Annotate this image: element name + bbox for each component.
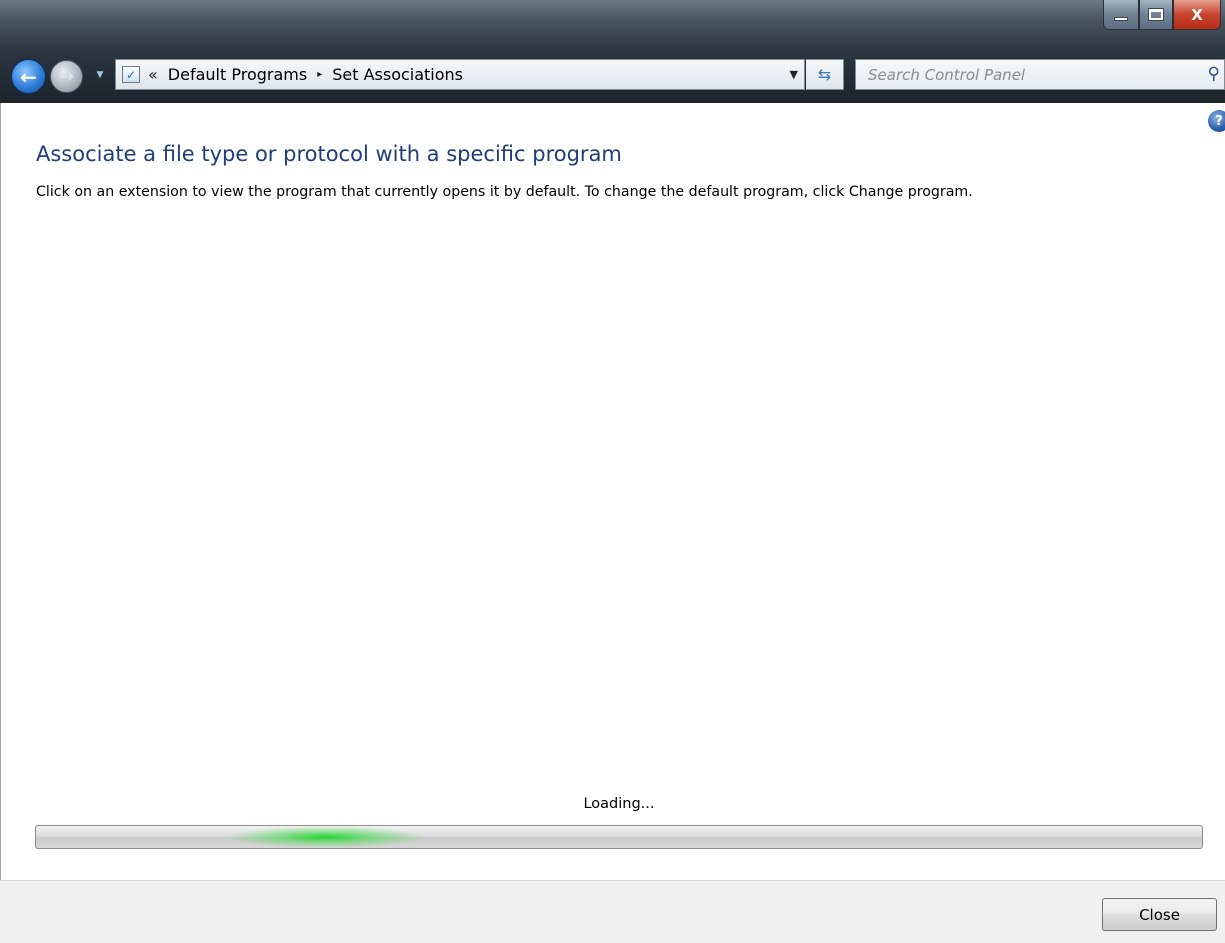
help-icon: ? [1215,113,1223,129]
maximize-icon [1148,8,1164,21]
chevron-down-icon: ▼ [96,70,104,80]
help-button[interactable]: ? [1208,110,1225,132]
chrome-glow [0,0,1225,55]
search-box[interactable]: Search Control Panel ⚲ [855,59,1225,90]
window-chrome: X ← → ▼ ✓ « Default Programs ▸ Set Assoc… [0,0,1225,103]
breadcrumb-item-set-associations[interactable]: Set Associations [332,65,463,84]
refresh-icon: ⇆ [817,65,832,84]
back-button[interactable]: ← [11,59,46,94]
breadcrumb-separator-icon[interactable]: ▸ [317,69,322,80]
window-controls: X [1103,0,1221,30]
forward-button[interactable]: → [50,60,83,93]
page-title: Associate a file type or protocol with a… [36,142,622,166]
loading-label: Loading... [583,796,655,812]
back-arrow-icon: ← [20,64,37,89]
address-dropdown-icon[interactable]: ▼ [790,68,798,81]
address-bar[interactable]: ✓ « Default Programs ▸ Set Associations … [115,59,805,90]
breadcrumb-item-default-programs[interactable]: Default Programs [168,65,307,84]
search-input[interactable]: Search Control Panel [868,66,1025,84]
loading-progress-bar [35,825,1203,849]
maximize-button[interactable] [1139,0,1173,30]
breadcrumb: « Default Programs ▸ Set Associations [148,65,463,84]
page-description: Click on an extension to view the progra… [36,184,973,200]
close-button[interactable]: Close [1102,898,1217,931]
forward-arrow-icon: → [58,66,75,87]
close-icon: X [1191,5,1203,24]
search-icon[interactable]: ⚲ [1208,64,1220,84]
close-window-button[interactable]: X [1173,0,1221,30]
recent-pages-dropdown[interactable]: ▼ [93,66,107,84]
refresh-button[interactable]: ⇆ [806,59,844,90]
minimize-button[interactable] [1103,0,1139,30]
dialog-footer [0,880,1225,943]
minimize-icon [1114,16,1128,21]
window-left-border [0,103,1,943]
overflow-chevron-icon[interactable]: « [148,65,158,84]
progress-marquee-glow [226,826,426,848]
control-panel-icon: ✓ [122,66,140,83]
